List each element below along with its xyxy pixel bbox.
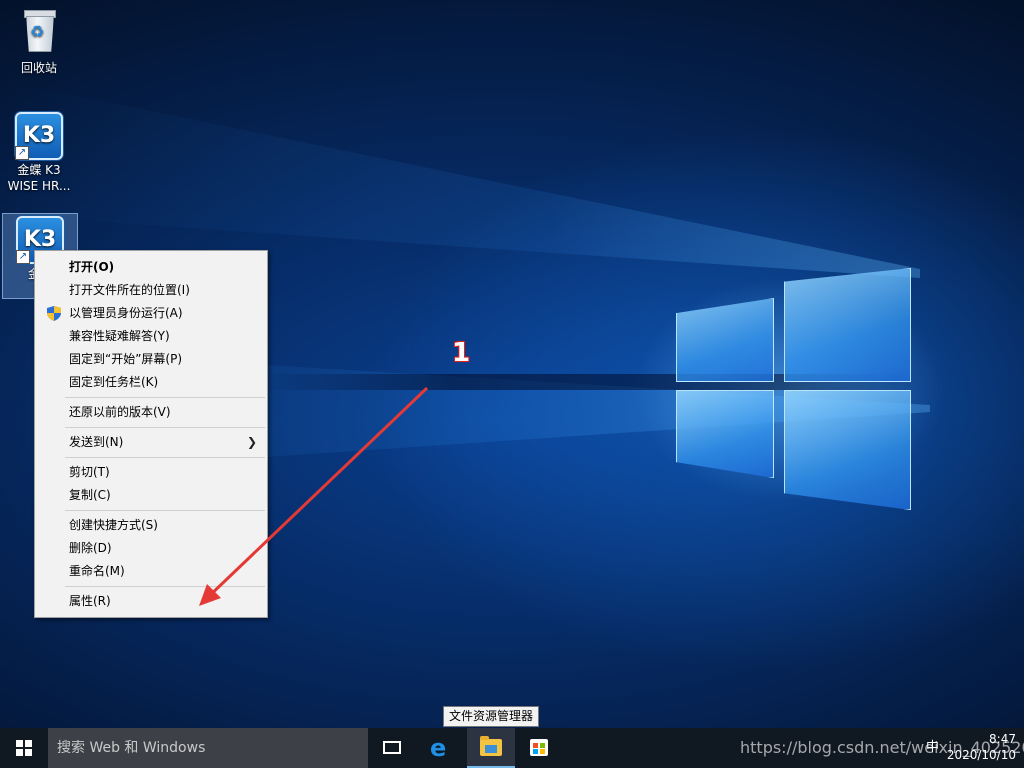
shortcut-arrow-icon: ↗ <box>15 146 29 160</box>
windows-logo-icon <box>16 740 32 756</box>
menu-item-label: 以管理员身份运行(A) <box>69 306 183 320</box>
menu-item-troubleshoot[interactable]: 兼容性疑难解答(Y) <box>35 325 267 348</box>
clock-time: 8:47 <box>989 732 1016 746</box>
store-button[interactable] <box>515 728 563 768</box>
desktop-icon-label: WISE HR... <box>7 179 71 193</box>
file-explorer-button[interactable] <box>467 728 515 768</box>
desktop-icon-label: 金蝶 K3 <box>17 163 61 177</box>
start-button[interactable] <box>0 728 48 768</box>
edge-button[interactable]: e <box>418 728 466 768</box>
shortcut-arrow-icon: ↗ <box>16 250 30 264</box>
edge-icon: e <box>430 734 447 762</box>
task-view-button[interactable] <box>368 728 416 768</box>
taskbar-tooltip: 文件资源管理器 <box>443 706 540 727</box>
recycle-bin-icon: ♻ <box>15 10 63 58</box>
taskbar-search-box[interactable]: 搜索 Web 和 Windows <box>48 728 368 768</box>
menu-item-pin-start[interactable]: 固定到“开始”屏幕(P) <box>35 348 267 371</box>
windows-logo-wallpaper <box>676 268 911 510</box>
task-view-icon <box>383 741 401 754</box>
desktop-icon-k3-wise-hr[interactable]: K3 ↗ 金蝶 K3 WISE HR... <box>2 110 76 194</box>
ime-indicator[interactable]: 中 <box>926 736 939 755</box>
menu-item-open-location[interactable]: 打开文件所在的位置(I) <box>35 279 267 302</box>
clock-date: 2020/10/10 <box>946 748 1016 762</box>
taskbar-clock[interactable]: 8:47 2020/10/10 <box>946 731 1016 763</box>
annotation-number: 1 <box>452 338 471 368</box>
uac-shield-icon <box>47 306 61 321</box>
annotation-arrow <box>199 386 429 606</box>
desktop-icon-recycle-bin[interactable]: ♻ 回收站 <box>2 6 76 76</box>
menu-item-open[interactable]: 打开(O) <box>35 256 267 279</box>
file-explorer-icon <box>480 736 502 756</box>
menu-item-label: 发送到(N) <box>69 435 124 449</box>
k3-app-icon: K3 ↗ <box>15 112 63 160</box>
menu-item-run-as-admin[interactable]: 以管理员身份运行(A) <box>35 302 267 325</box>
desktop-icon-label: 回收站 <box>20 61 57 75</box>
store-icon <box>530 739 548 756</box>
